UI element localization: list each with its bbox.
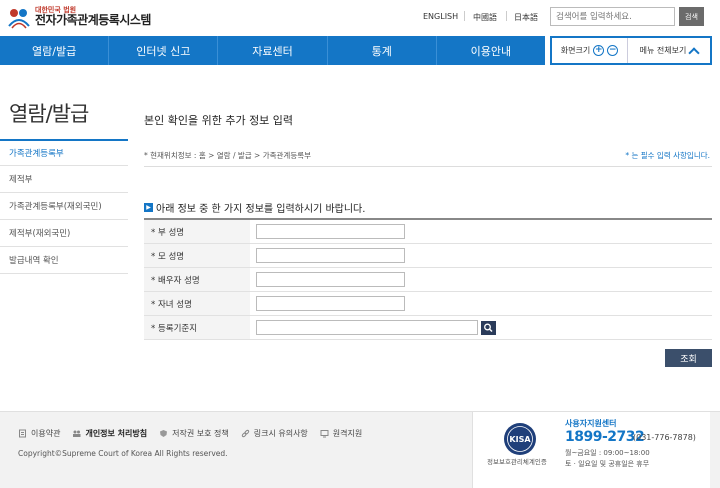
- form-row: * 자녀 성명: [144, 292, 712, 316]
- lang-english[interactable]: ENGLISH: [423, 12, 458, 21]
- registration-base-label: * 등록기준지: [144, 316, 250, 339]
- section-title-text: 아래 정보 중 한 가지 정보를 입력하시기 바랍니다.: [156, 204, 366, 215]
- remote-support-link[interactable]: 원격지원: [320, 428, 362, 439]
- help-hours-weekend: 토 · 일요일 및 공휴일은 휴무: [565, 460, 650, 468]
- nav-item-resource-center[interactable]: 자료센터: [218, 36, 328, 65]
- help-hours-weekday: 월~금요일 : 09:00~18:00: [565, 449, 650, 457]
- child-name-label: * 자녀 성명: [144, 292, 250, 315]
- lang-japanese[interactable]: 日本語: [514, 12, 538, 23]
- required-note: * 는 필수 입력 사항입니다.: [625, 151, 710, 160]
- child-name-input[interactable]: [256, 296, 405, 311]
- sidebar-item-removal-register-overseas[interactable]: 제적부(재외국민): [0, 220, 128, 247]
- sidebar-item-family-register-overseas[interactable]: 가족관계등록부(재외국민): [0, 193, 128, 220]
- logo-title: 전자가족관계등록시스템: [35, 13, 151, 28]
- zoom-control: 화면크기 + −: [552, 38, 628, 63]
- lang-divider: [464, 11, 465, 21]
- search-icon[interactable]: [481, 320, 496, 335]
- link-notice-link[interactable]: 링크시 유의사항: [241, 428, 308, 439]
- info-form: * 부 성명 * 모 성명 * 배우자 성명 * 자녀 성명 * 등록기준지: [144, 218, 712, 340]
- terms-link[interactable]: 이용약관: [18, 428, 60, 439]
- search-input[interactable]: [550, 7, 675, 26]
- lang-divider: [506, 11, 507, 21]
- mother-name-label: * 모 성명: [144, 244, 250, 267]
- arrow-right-icon: ▶: [144, 203, 153, 212]
- search-button[interactable]: 검색: [679, 7, 704, 26]
- nav-item-internet-report[interactable]: 인터넷 신고: [109, 36, 219, 65]
- father-name-input[interactable]: [256, 224, 405, 239]
- privacy-policy-link[interactable]: 개인정보 처리방침: [72, 428, 147, 439]
- nav-tools: 화면크기 + − 메뉴 전체보기: [550, 36, 712, 65]
- father-name-label: * 부 성명: [144, 220, 250, 243]
- page-title: 본인 확인을 위한 추가 정보 입력: [144, 114, 294, 127]
- copyright-text: Copyright©Supreme Court of Korea All Rig…: [18, 449, 228, 458]
- lang-chinese[interactable]: 中國語: [473, 12, 497, 23]
- form-row: * 배우자 성명: [144, 268, 712, 292]
- section-title: ▶ 아래 정보 중 한 가지 정보를 입력하시기 바랍니다.: [144, 200, 365, 215]
- zoom-out-icon[interactable]: −: [607, 45, 619, 56]
- mother-name-input[interactable]: [256, 248, 405, 263]
- chevron-up-icon: [688, 46, 701, 59]
- query-button[interactable]: 조회: [665, 349, 712, 367]
- sidebar-item-removal-register[interactable]: 제적부: [0, 166, 128, 193]
- kisa-certification-icon: KISA: [504, 423, 536, 455]
- zoom-label: 화면크기: [560, 46, 591, 55]
- kisa-caption: 정보보호관리체계인증: [487, 458, 547, 466]
- footer-support: KISA 정보보호관리체계인증 사용자지원센터 1899-2732 (031-7…: [472, 412, 710, 488]
- site-logo[interactable]: 대한민국 법원 전자가족관계등록시스템: [6, 4, 151, 30]
- nav-item-statistics[interactable]: 통계: [328, 36, 437, 65]
- help-alt-phone: (031-776-7878): [633, 433, 696, 442]
- court-emblem-icon: [8, 9, 30, 29]
- people-icon: [73, 430, 81, 437]
- sidebar-menu: 가족관계등록부 제적부 가족관계등록부(재외국민) 제적부(재외국민) 발급내역…: [0, 139, 128, 274]
- breadcrumb: * 현재위치정보 : 홈 > 열람 / 발급 > 가족관계등록부: [144, 151, 312, 160]
- nav-item-usage-guide[interactable]: 이용안내: [437, 36, 545, 65]
- registration-base-input[interactable]: [256, 320, 478, 335]
- zoom-in-icon[interactable]: +: [593, 45, 605, 56]
- spouse-name-input[interactable]: [256, 272, 405, 287]
- spouse-name-label: * 배우자 성명: [144, 268, 250, 291]
- document-icon: [19, 429, 26, 438]
- form-row: * 부 성명: [144, 220, 712, 244]
- sidebar-item-family-register[interactable]: 가족관계등록부: [0, 139, 128, 166]
- help-center-title: 사용자지원센터: [565, 419, 617, 428]
- footer: 이용약관 개인정보 처리방침 저작권 보호 정책 링크시 유의사항 원격지원 C…: [0, 411, 720, 488]
- main-nav: 열람/발급 인터넷 신고 자료센터 통계 이용안내: [0, 36, 545, 65]
- form-row: * 등록기준지: [144, 316, 712, 340]
- nav-item-view-issue[interactable]: 열람/발급: [0, 36, 110, 65]
- divider: [144, 166, 712, 167]
- sidebar-item-issue-history[interactable]: 발급내역 확인: [0, 247, 128, 274]
- form-row: * 모 성명: [144, 244, 712, 268]
- header: 대한민국 법원 전자가족관계등록시스템 ENGLISH 中國語 日本語 검색: [0, 0, 720, 36]
- link-icon: [241, 429, 249, 438]
- sidebar-title: 열람/발급: [9, 102, 89, 126]
- shield-icon: [160, 430, 168, 437]
- all-menu-label: 메뉴 전체보기: [639, 46, 687, 55]
- all-menu-button[interactable]: 메뉴 전체보기: [628, 38, 710, 63]
- kisa-label: KISA: [509, 435, 531, 444]
- footer-links: 이용약관 개인정보 처리방침 저작권 보호 정책 링크시 유의사항 원격지원: [18, 428, 374, 439]
- copyright-policy-link[interactable]: 저작권 보호 정책: [159, 428, 229, 439]
- monitor-icon: [320, 430, 329, 438]
